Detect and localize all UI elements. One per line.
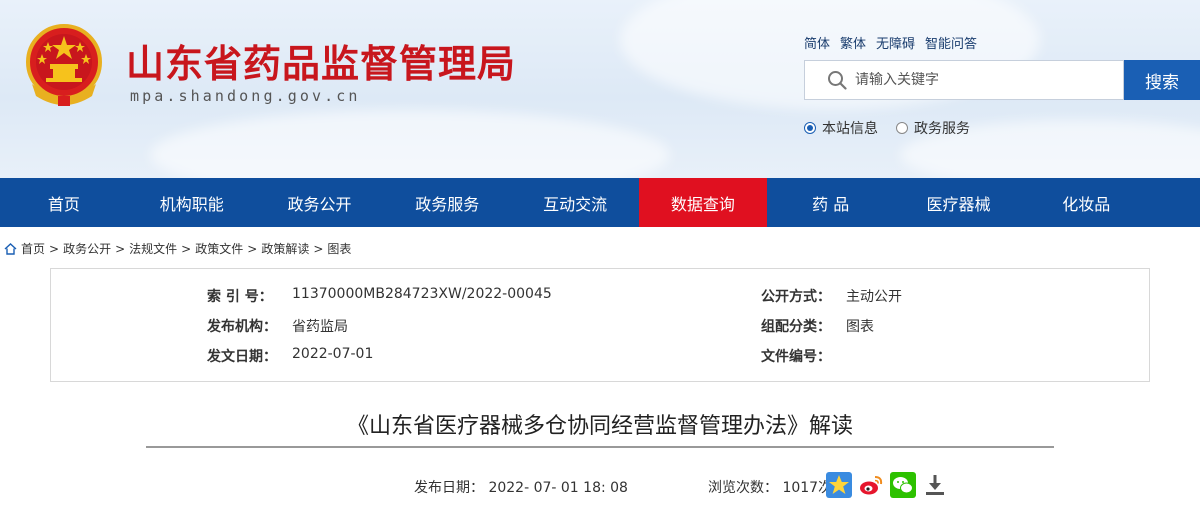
breadcrumb-charts[interactable]: 图表 xyxy=(327,240,351,257)
toplink-traditional[interactable]: 繁体 xyxy=(840,33,866,52)
scope-site-info[interactable]: 本站信息 xyxy=(804,118,878,138)
info-label: 发文日期： xyxy=(207,349,277,365)
info-doc-number: 文件编号： xyxy=(761,346,846,366)
info-value: 2022-07-01 xyxy=(292,346,374,362)
search-icon xyxy=(828,71,847,90)
breadcrumb-policy-docs[interactable]: 政策文件 xyxy=(195,240,243,257)
nav-item-functions[interactable]: 机构职能 xyxy=(128,178,256,227)
share-bar xyxy=(826,472,948,498)
info-category: 组配分类： 图表 xyxy=(761,316,874,336)
view-count: 浏览次数： 1017次 xyxy=(708,480,826,496)
nav-item-interaction[interactable]: 互动交流 xyxy=(511,178,639,227)
top-links: 简体 繁体 无障碍 智能问答 xyxy=(804,33,977,52)
nav-item-open-gov[interactable]: 政务公开 xyxy=(256,178,384,227)
nav-item-gov-services[interactable]: 政务服务 xyxy=(383,178,511,227)
radio-selected-icon[interactable] xyxy=(804,122,816,134)
info-date: 发文日期： 2022-07-01 xyxy=(207,346,373,366)
article-title: 《山东省医疗器械多仓协同经营监督管理办法》解读 xyxy=(346,414,853,439)
info-label: 文件编号： xyxy=(761,349,831,365)
toplink-accessibility[interactable]: 无障碍 xyxy=(876,33,915,52)
radio-icon[interactable] xyxy=(896,122,908,134)
info-label: 索 引 号： xyxy=(207,289,273,305)
cloud-decoration xyxy=(150,110,670,178)
breadcrumb-separator: > xyxy=(247,241,258,256)
home-icon xyxy=(4,242,17,255)
info-value: 省药监局 xyxy=(292,319,348,335)
info-open-method: 公开方式： 主动公开 xyxy=(761,286,902,306)
weibo-icon[interactable] xyxy=(858,472,884,498)
site-header: 山东省药品监督管理局 mpa.shandong.gov.cn 简体 繁体 无障碍… xyxy=(0,0,1200,178)
search-button[interactable]: 搜索 xyxy=(1124,60,1200,100)
breadcrumb-separator: > xyxy=(49,241,60,256)
site-domain: mpa.shandong.gov.cn xyxy=(130,87,361,105)
title-divider xyxy=(146,446,1054,448)
nav-item-cosmetics[interactable]: 化妆品 xyxy=(1022,178,1150,227)
info-value: 主动公开 xyxy=(846,289,902,305)
scope-label: 本站信息 xyxy=(822,121,878,137)
info-label: 公开方式： xyxy=(761,289,831,305)
favorite-star-icon[interactable] xyxy=(826,472,852,498)
scope-gov-services[interactable]: 政务服务 xyxy=(896,118,970,138)
info-value: 11370000MB284723XW/2022-00045 xyxy=(292,286,552,302)
breadcrumb-open-gov[interactable]: 政务公开 xyxy=(63,240,111,257)
nav-item-home[interactable]: 首页 xyxy=(0,178,128,227)
search-input[interactable] xyxy=(855,72,1105,88)
toplink-simplified[interactable]: 简体 xyxy=(804,33,830,52)
search-box xyxy=(804,60,1124,100)
main-nav: 首页 机构职能 政务公开 政务服务 互动交流 数据查询 药 品 医疗器械 化妆品 xyxy=(0,178,1200,227)
nav-item-drugs[interactable]: 药 品 xyxy=(767,178,895,227)
national-emblem-icon xyxy=(26,24,102,106)
info-label: 发布机构： xyxy=(207,319,277,335)
nav-item-data-query[interactable]: 数据查询 xyxy=(638,178,767,227)
breadcrumb-separator: > xyxy=(115,241,126,256)
breadcrumb: 首页 > 政务公开 > 法规文件 > 政策文件 > 政策解读 > 图表 xyxy=(4,240,351,257)
wechat-icon[interactable] xyxy=(890,472,916,498)
download-icon[interactable] xyxy=(922,472,948,498)
breadcrumb-home[interactable]: 首页 xyxy=(21,240,45,257)
info-index: 索 引 号： 11370000MB284723XW/2022-00045 xyxy=(207,286,552,306)
info-org: 发布机构： 省药监局 xyxy=(207,316,348,336)
scope-label: 政务服务 xyxy=(914,121,970,137)
breadcrumb-policy-interpretation[interactable]: 政策解读 xyxy=(261,240,309,257)
breadcrumb-separator: > xyxy=(181,241,192,256)
info-label: 组配分类： xyxy=(761,319,831,335)
publish-date: 发布日期： 2022- 07- 01 18: 08 xyxy=(414,480,628,496)
nav-item-medical-devices[interactable]: 医疗器械 xyxy=(895,178,1023,227)
toplink-smart-qa[interactable]: 智能问答 xyxy=(925,33,977,52)
info-value: 图表 xyxy=(846,319,874,335)
breadcrumb-regulations[interactable]: 法规文件 xyxy=(129,240,177,257)
document-info-panel: 索 引 号： 11370000MB284723XW/2022-00045 公开方… xyxy=(50,268,1150,382)
site-name: 山东省药品监督管理局 xyxy=(126,42,517,86)
breadcrumb-separator: > xyxy=(313,241,324,256)
search-scope: 本站信息 政务服务 xyxy=(804,118,970,138)
